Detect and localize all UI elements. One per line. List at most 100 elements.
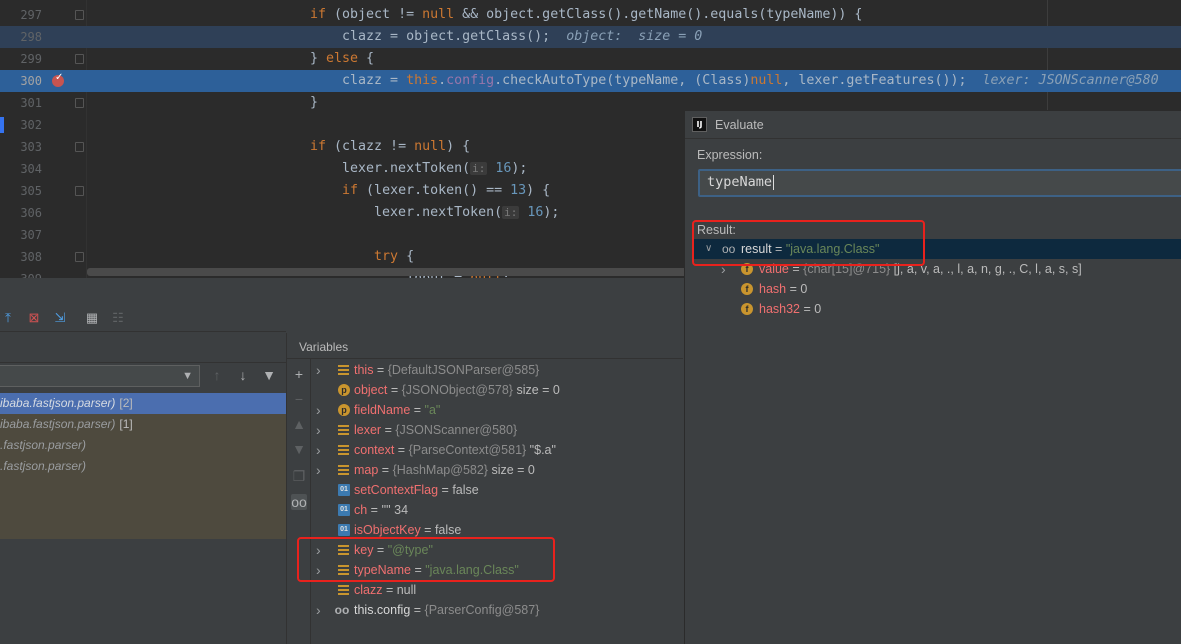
code-line[interactable]: 299 } else { xyxy=(0,48,1181,70)
fold-icon[interactable] xyxy=(75,10,84,20)
chevron-down-icon: ▼ xyxy=(182,370,193,382)
stack-frame-name: .fastjson.parser) xyxy=(0,459,87,473)
line-number[interactable]: 300 xyxy=(0,70,42,92)
equals-sign: = xyxy=(378,463,393,477)
line-number[interactable]: 309 xyxy=(0,268,42,278)
stack-frame[interactable]: ibaba.fastjson.parser) [2] xyxy=(0,393,286,414)
equals-sign: = xyxy=(381,423,396,437)
line-number[interactable]: 307 xyxy=(0,224,42,246)
chevron-down-icon[interactable]: ∨ xyxy=(705,239,712,259)
chevron-right-icon[interactable]: › xyxy=(316,560,328,580)
evaluate-expression-icon[interactable]: ▦ xyxy=(84,310,100,326)
code-text: } else { xyxy=(310,51,375,66)
show-watches-icon[interactable]: oo xyxy=(291,494,307,510)
code-text: if (object != null && object.getClass().… xyxy=(310,7,863,22)
frames-empty-area xyxy=(0,539,286,644)
filter-icon[interactable]: ▼ xyxy=(260,365,278,385)
variable-name: context xyxy=(354,443,395,457)
chevron-right-icon[interactable]: › xyxy=(316,440,328,460)
chevron-right-icon[interactable]: › xyxy=(316,360,328,380)
drop-frame-icon[interactable]: ⊠ xyxy=(26,310,42,326)
line-number[interactable]: 299 xyxy=(0,48,42,70)
code-line[interactable]: 300 clazz = this.config.checkAutoType(ty… xyxy=(0,70,1181,92)
code-text: clazz = this.config.checkAutoType(typeNa… xyxy=(310,73,1159,88)
result-name: result xyxy=(741,242,772,256)
code-line[interactable]: 297 if (object != null && object.getClass… xyxy=(0,4,1181,26)
field-icon: f xyxy=(741,303,753,315)
chevron-right-icon[interactable]: › xyxy=(316,600,328,620)
editor-horizontal-scrollbar[interactable] xyxy=(87,268,687,276)
result-child-row[interactable]: f hash32 = 0 xyxy=(721,299,1176,319)
variable-name: object xyxy=(354,383,388,397)
stack-frame[interactable]: .fastjson.parser) xyxy=(0,435,286,456)
line-number[interactable]: 303 xyxy=(0,136,42,158)
result-child-body: hash = 0 xyxy=(759,279,807,299)
copy-icon[interactable]: ❐ xyxy=(291,468,307,484)
expression-input[interactable]: typeName xyxy=(698,169,1181,197)
move-up-icon[interactable]: ▲ xyxy=(291,416,307,432)
next-frame-icon[interactable]: ↓ xyxy=(234,365,252,385)
variable-body: key = "@type" xyxy=(354,540,433,560)
add-watch-icon[interactable]: + xyxy=(291,366,307,382)
line-number[interactable]: 301 xyxy=(0,92,42,114)
previous-frame-icon[interactable]: ↑ xyxy=(208,365,226,385)
variable-value: "$.a" xyxy=(526,443,556,457)
fold-icon[interactable] xyxy=(75,54,84,64)
chevron-right-icon[interactable]: › xyxy=(316,540,328,560)
result-child-row[interactable]: f hash = 0 xyxy=(721,279,1176,299)
variable-value: false xyxy=(434,523,462,537)
run-to-cursor-icon[interactable]: ⇲ xyxy=(52,310,68,326)
result-child-row[interactable]: › f value = {char[15]@715} [j, a, v, a, .,… xyxy=(721,259,1176,279)
chevron-right-icon[interactable]: › xyxy=(316,420,328,440)
result-row[interactable]: ∨ oo result = "java.lang.Class" xyxy=(692,239,1181,259)
variable-name: clazz xyxy=(354,583,383,597)
frames-list: ibaba.fastjson.parser) [2] ibaba.fastjson.… xyxy=(0,393,286,539)
code-text: if (lexer.token() == 13) { xyxy=(342,183,551,198)
expression-input-value[interactable]: typeName xyxy=(707,174,774,190)
equals-sign: = xyxy=(410,403,425,417)
variable-body: isObjectKey = false xyxy=(354,520,461,540)
fold-icon[interactable] xyxy=(75,142,84,152)
equals-sign: = xyxy=(410,603,425,617)
variable-type: {HashMap@582} xyxy=(392,463,488,477)
result-label: Result: xyxy=(697,223,736,237)
move-down-icon[interactable]: ▼ xyxy=(291,441,307,457)
stack-frame[interactable]: ibaba.fastjson.parser) [1] xyxy=(0,414,286,435)
line-number[interactable]: 306 xyxy=(0,202,42,224)
trace-icon[interactable]: ☷ xyxy=(110,310,126,326)
line-number[interactable]: 298 xyxy=(0,26,42,48)
evaluate-title-bar[interactable]: IJ Evaluate xyxy=(685,111,1181,139)
variable-name: map xyxy=(354,463,379,477)
primitive-icon: 01 xyxy=(338,484,350,496)
stack-frame[interactable]: .fastjson.parser) xyxy=(0,456,286,477)
variable-type: {JSONScanner@580} xyxy=(395,423,518,437)
equals-sign: = xyxy=(373,543,388,557)
variable-name: lexer xyxy=(354,423,382,437)
evaluate-dialog: IJ Evaluate Expression: typeName Result:… xyxy=(684,110,1181,644)
line-number[interactable]: 304 xyxy=(0,158,42,180)
code-line[interactable]: 298 clazz = object.getClass(); object: s… xyxy=(0,26,1181,48)
variable-name: key xyxy=(354,543,374,557)
line-number[interactable]: 308 xyxy=(0,246,42,268)
step-out-icon[interactable]: ⤒ xyxy=(0,310,16,326)
variable-type: {DefaultJSONParser@585} xyxy=(387,363,540,377)
equals-sign: = xyxy=(394,443,409,457)
fold-icon[interactable] xyxy=(75,252,84,262)
field-icon xyxy=(338,564,350,576)
line-number[interactable]: 302 xyxy=(0,114,42,136)
result-child-value: 0 xyxy=(800,282,808,296)
remove-watch-icon[interactable]: − xyxy=(291,391,307,407)
line-number[interactable]: 297 xyxy=(0,4,42,26)
breakpoint-icon[interactable] xyxy=(52,72,64,87)
variable-type: {JSONObject@578} xyxy=(401,383,513,397)
variable-body: this = {DefaultJSONParser@585} xyxy=(354,360,539,380)
chevron-right-icon[interactable]: › xyxy=(316,460,328,480)
fold-icon[interactable] xyxy=(75,186,84,196)
chevron-right-icon[interactable]: › xyxy=(721,259,726,279)
thread-selector[interactable]: ▼ xyxy=(0,365,200,387)
equals-sign: = xyxy=(786,282,801,296)
chevron-right-icon[interactable]: › xyxy=(316,400,328,420)
line-number[interactable]: 305 xyxy=(0,180,42,202)
fold-icon[interactable] xyxy=(75,98,84,108)
result-child-value: 0 xyxy=(814,302,822,316)
